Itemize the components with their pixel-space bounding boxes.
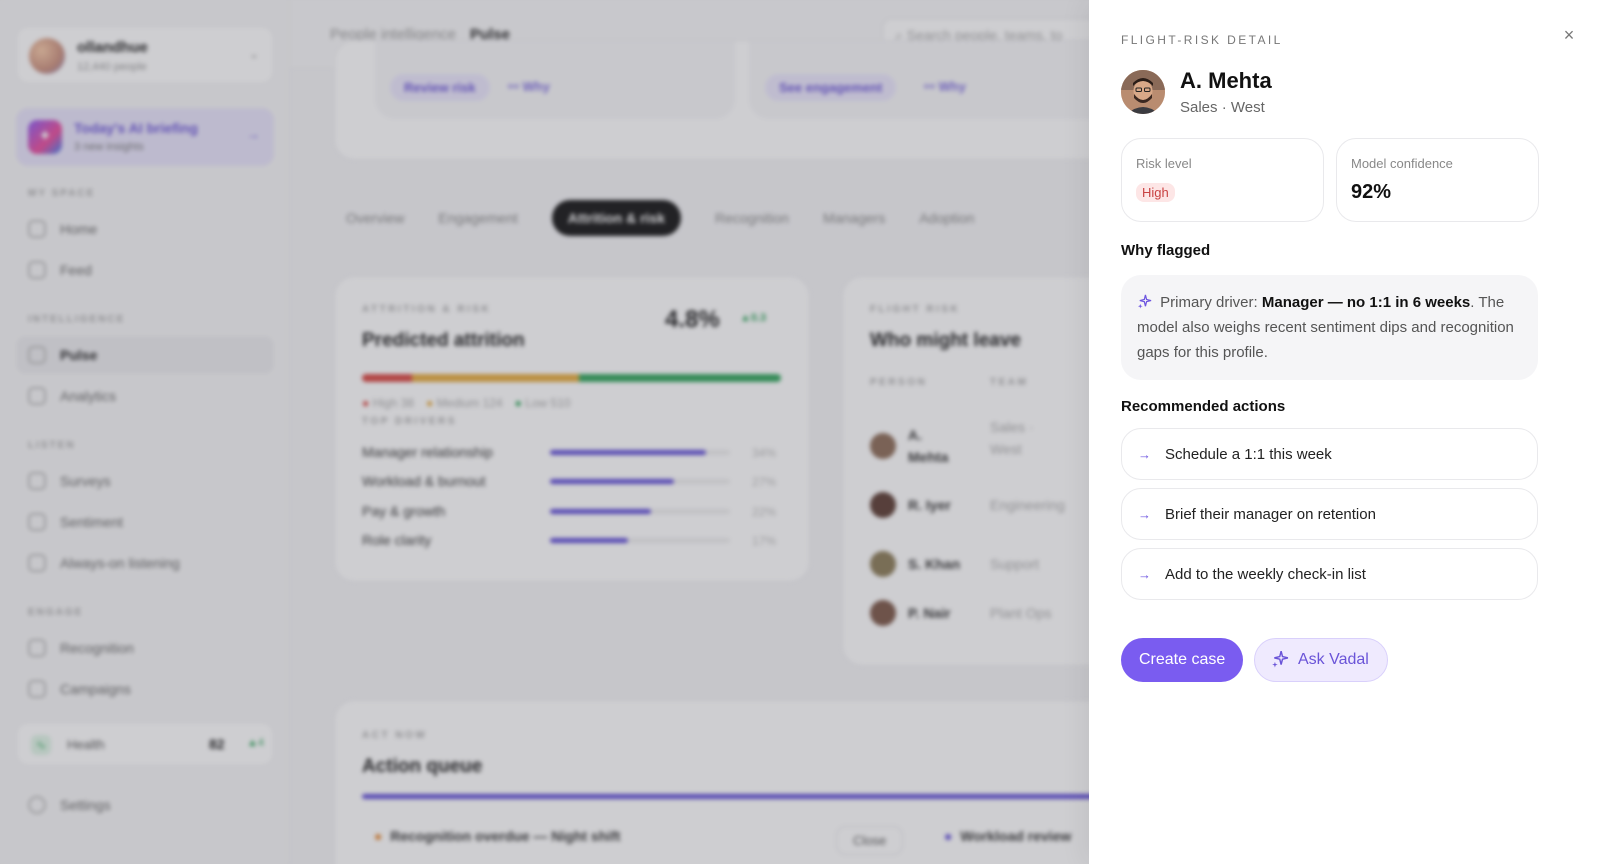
why-flagged-box: Primary driver: Manager — no 1:1 in 6 we… xyxy=(1121,275,1538,380)
action-brief-manager[interactable]: → Brief their manager on retention xyxy=(1121,488,1538,540)
flight-risk-detail-panel: FLIGHT-RISK DETAIL × A. Mehta Sales · We… xyxy=(1089,0,1600,864)
modal-backdrop[interactable] xyxy=(0,0,1089,864)
action-label: Add to the weekly check-in list xyxy=(1165,565,1366,583)
close-icon[interactable]: × xyxy=(1558,24,1580,46)
model-confidence-value: 92% xyxy=(1351,181,1392,203)
risk-level-badge: High xyxy=(1136,183,1175,202)
sparkle-icon-svg xyxy=(1137,294,1152,309)
risk-level-label: Risk level xyxy=(1136,156,1192,171)
panel-eyebrow: FLIGHT-RISK DETAIL xyxy=(1121,33,1283,47)
person-name: A. Mehta xyxy=(1180,68,1272,93)
ask-vadal-label: Ask Vadal xyxy=(1298,651,1369,668)
why-driver: Manager — no 1:1 in 6 weeks xyxy=(1261,294,1471,311)
person-avatar xyxy=(1121,70,1165,114)
arrow-right-icon: → xyxy=(1138,446,1151,462)
person-team: Sales · West xyxy=(1180,99,1265,116)
sparkle-icon-svg xyxy=(1272,650,1289,668)
risk-level-card: Risk level High xyxy=(1121,138,1324,222)
recommended-actions-heading: Recommended actions xyxy=(1121,398,1286,415)
sparkle-icon xyxy=(1137,294,1156,311)
action-add-checkin[interactable]: → Add to the weekly check-in list xyxy=(1121,548,1538,600)
person-avatar-image xyxy=(1121,70,1165,114)
model-confidence-label: Model confidence xyxy=(1351,156,1453,171)
why-prefix: Primary driver: xyxy=(1160,294,1262,311)
action-schedule-1on1[interactable]: → Schedule a 1:1 this week xyxy=(1121,428,1538,480)
arrow-right-icon: → xyxy=(1138,506,1151,522)
action-label: Schedule a 1:1 this week xyxy=(1165,445,1332,463)
action-label: Brief their manager on retention xyxy=(1165,505,1376,523)
create-case-button[interactable]: Create case xyxy=(1121,638,1244,682)
sparkle-icon xyxy=(1271,650,1289,670)
arrow-right-icon: → xyxy=(1138,566,1151,582)
why-flagged-heading: Why flagged xyxy=(1121,242,1211,259)
ask-vadal-button[interactable]: Ask Vadal xyxy=(1254,638,1388,682)
model-confidence-card: Model confidence 92% xyxy=(1336,138,1539,222)
